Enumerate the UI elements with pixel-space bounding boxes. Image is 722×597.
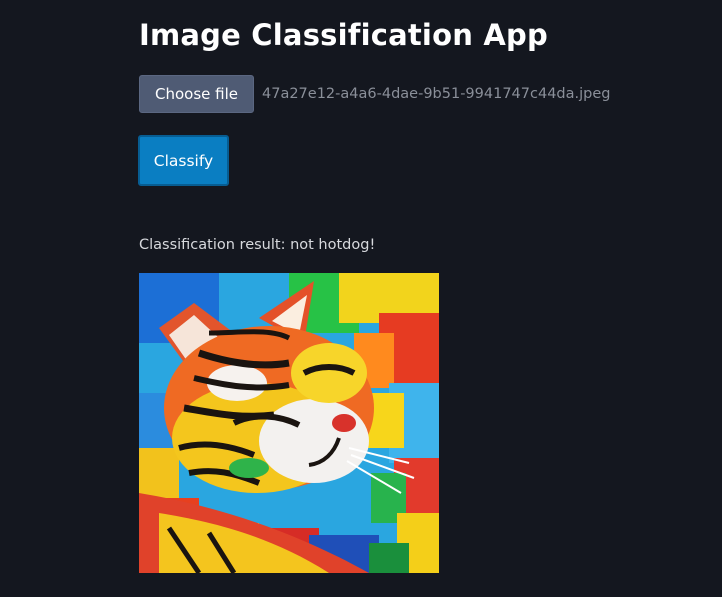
choose-file-button[interactable]: Choose file — [139, 75, 254, 113]
classify-button[interactable]: Classify — [138, 135, 229, 186]
page-title: Image Classification App — [139, 18, 548, 52]
cat-painting-image — [139, 273, 439, 573]
file-input-row: Choose file 47a27e12-a4a6-4dae-9b51-9941… — [139, 75, 610, 113]
app-root: Image Classification App Choose file 47a… — [0, 0, 722, 597]
classification-result: Classification result: not hotdog! — [139, 237, 376, 253]
selected-file-name: 47a27e12-a4a6-4dae-9b51-9941747c44da.jpe… — [262, 86, 611, 102]
uploaded-image-preview — [139, 273, 439, 573]
